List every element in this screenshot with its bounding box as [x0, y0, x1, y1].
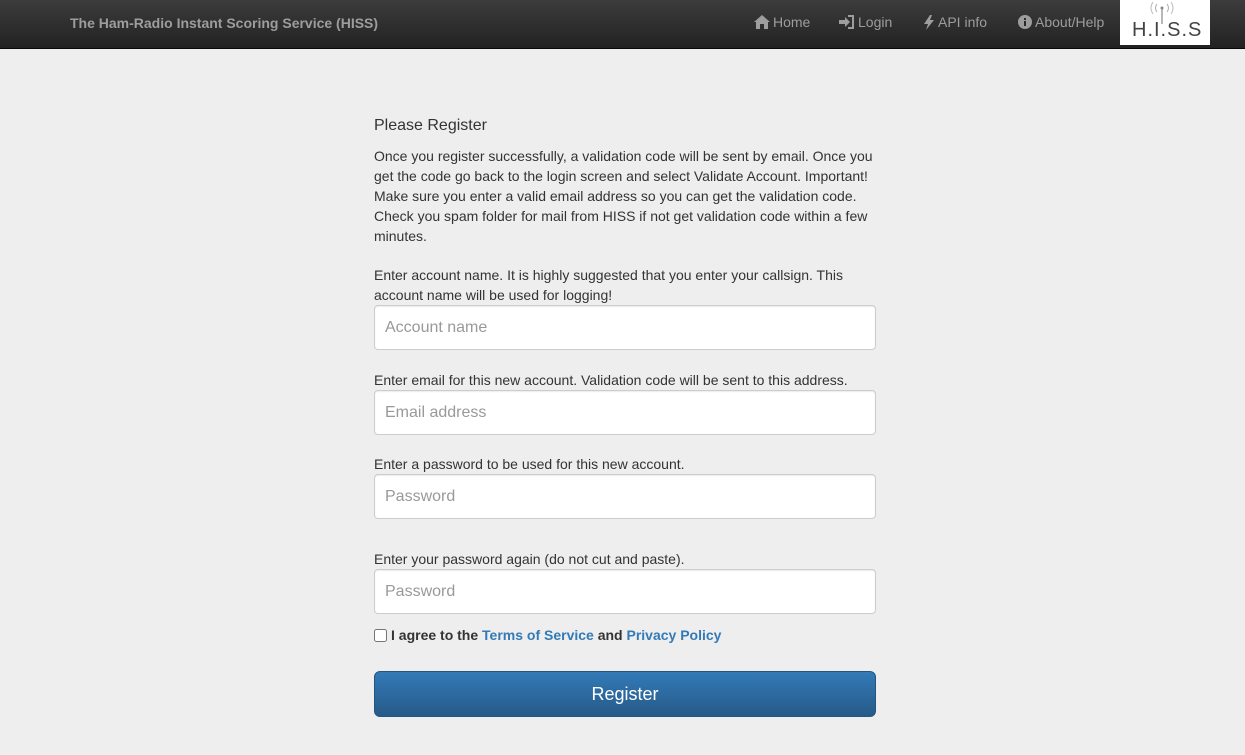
nav-home-label: Home — [773, 14, 811, 30]
login-icon — [839, 15, 854, 29]
nav-home[interactable]: Home — [754, 14, 810, 30]
top-navbar: The Ham-Radio Instant Scoring Service (H… — [0, 0, 1245, 49]
password-confirm-input[interactable] — [374, 569, 876, 614]
site-brand[interactable]: The Ham-Radio Instant Scoring Service (H… — [70, 15, 378, 31]
nav-about-help[interactable]: About/Help — [1018, 14, 1104, 30]
page-title: Please Register — [374, 117, 487, 134]
password-label: Enter a password to be used for this new… — [374, 456, 685, 472]
intro-text: Once you register successfully, a valida… — [374, 148, 873, 244]
password-input[interactable] — [374, 474, 876, 519]
terms-of-service-link[interactable]: Terms of Service — [482, 627, 594, 643]
email-label: Enter email for this new account. Valida… — [374, 372, 848, 388]
account-name-input[interactable] — [374, 305, 876, 350]
nav-login[interactable]: Login — [839, 14, 892, 30]
register-button[interactable]: Register — [374, 671, 876, 717]
nav-login-label: Login — [858, 14, 893, 30]
agree-checkbox[interactable] — [374, 628, 387, 642]
bolt-icon — [924, 14, 934, 30]
hiss-logo[interactable]: H.I.S.S — [1120, 0, 1210, 45]
nav-api-info-label: API info — [938, 14, 988, 30]
account-name-label: Enter account name. It is highly suggest… — [374, 267, 843, 303]
logo-text: H.I.S.S — [1132, 19, 1203, 41]
email-input[interactable] — [374, 390, 876, 435]
password-confirm-label: Enter your password again (do not cut an… — [374, 551, 685, 567]
privacy-policy-link[interactable]: Privacy Policy — [627, 627, 722, 643]
terms-agreement: I agree to the Terms of Service and Priv… — [374, 627, 721, 643]
agree-and-text: and — [597, 627, 623, 643]
nav-api-info[interactable]: API info — [923, 14, 987, 30]
nav-about-help-label: About/Help — [1035, 14, 1105, 30]
info-icon — [1018, 15, 1032, 29]
agree-prefix-text: I agree to the — [391, 627, 479, 643]
home-icon — [754, 15, 770, 29]
